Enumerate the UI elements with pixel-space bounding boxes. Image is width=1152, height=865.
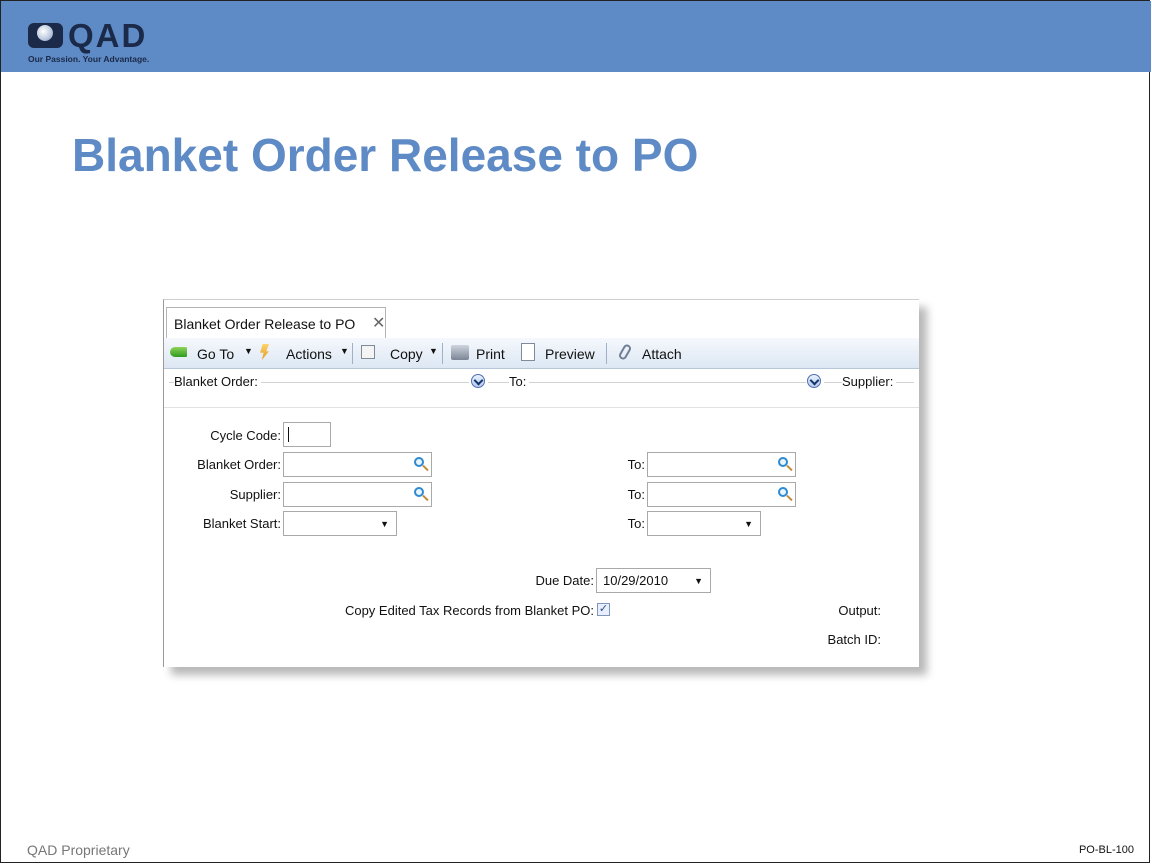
- toolbar-separator: [352, 343, 353, 364]
- app-window: Blanket Order Release to PO ✕ Go To ▼ Ac…: [163, 299, 919, 667]
- tab-strip: Blanket Order Release to PO ✕: [164, 300, 919, 339]
- copy-tax-records-label: Copy Edited Tax Records from Blanket PO:: [344, 603, 594, 618]
- print-label: Print: [476, 346, 505, 362]
- chevron-down-icon: ▼: [429, 346, 438, 356]
- tab-blanket-order-release[interactable]: Blanket Order Release to PO ✕: [166, 307, 386, 338]
- copy-button[interactable]: Copy ▼: [356, 338, 440, 368]
- cycle-code-field[interactable]: [283, 422, 331, 447]
- blanket-order-to-label: To:: [627, 457, 645, 472]
- preview-icon: [521, 343, 535, 361]
- close-icon[interactable]: ✕: [372, 313, 385, 333]
- blanket-start-to-label: To:: [627, 516, 645, 531]
- logo-text: QAD: [68, 17, 148, 54]
- slide-title: Blanket Order Release to PO: [72, 129, 699, 181]
- preview-label: Preview: [545, 346, 595, 362]
- supplier-to-field[interactable]: [647, 482, 796, 507]
- footer-slide-id: PO-BL-100: [1078, 844, 1134, 856]
- lightning-icon: [260, 344, 269, 360]
- blanket-start-label: Blanket Start:: [202, 516, 281, 531]
- attach-button[interactable]: Attach: [610, 338, 690, 368]
- actions-button[interactable]: Actions ▼: [259, 338, 352, 368]
- goto-button[interactable]: Go To ▼: [164, 338, 259, 368]
- cycle-code-label: Cycle Code:: [210, 428, 281, 443]
- filter-to-label: To:: [509, 374, 530, 389]
- print-button[interactable]: Print: [446, 338, 510, 368]
- qad-logo-icon: [28, 23, 63, 48]
- footer-proprietary: QAD Proprietary: [27, 842, 130, 858]
- lookup-icon[interactable]: [778, 487, 788, 497]
- actions-label: Actions: [286, 346, 332, 362]
- blanket-order-label: Blanket Order:: [197, 457, 281, 472]
- chevron-down-icon: ▼: [744, 519, 753, 529]
- blanket-start-to-dropdown[interactable]: ▼: [647, 511, 761, 536]
- text-caret: [288, 427, 289, 442]
- batch-id-label: Batch ID:: [827, 632, 881, 647]
- due-date-value: 10/29/2010: [603, 573, 669, 588]
- chevron-down-icon: ▼: [380, 519, 389, 529]
- chevron-down-icon: ▼: [244, 346, 253, 356]
- filter-line: [488, 382, 806, 383]
- toolbar-separator: [606, 343, 607, 364]
- filter-supplier-label: Supplier:: [842, 374, 897, 389]
- blanket-order-to-field[interactable]: [647, 452, 796, 477]
- lookup-icon[interactable]: [414, 487, 424, 497]
- supplier-label: Supplier:: [229, 487, 281, 502]
- chevron-down-icon: ▼: [340, 346, 349, 356]
- copy-label: Copy: [390, 346, 423, 362]
- due-date-label: Due Date:: [535, 573, 594, 588]
- supplier-field[interactable]: [283, 482, 432, 507]
- tab-label: Blanket Order Release to PO: [174, 316, 356, 332]
- copy-icon: [361, 345, 375, 359]
- logo-tagline: Our Passion. Your Advantage.: [28, 54, 150, 64]
- supplier-to-label: To:: [627, 487, 645, 502]
- preview-button[interactable]: Preview: [514, 338, 604, 368]
- divider: [164, 407, 919, 408]
- lookup-icon[interactable]: [778, 457, 788, 467]
- goto-label: Go To: [197, 346, 235, 362]
- toolbar: Go To ▼ Actions ▼ Copy ▼ Print Preview A…: [164, 338, 919, 369]
- chevron-down-icon: ▼: [694, 576, 703, 586]
- filter-row: Blanket Order: To: Supplier:: [164, 369, 919, 393]
- due-date-dropdown[interactable]: 10/29/2010 ▼: [596, 568, 711, 593]
- expand-chevron-icon[interactable]: [807, 374, 821, 388]
- printer-icon: [451, 345, 469, 360]
- toolbar-separator: [442, 343, 443, 364]
- lookup-icon[interactable]: [414, 457, 424, 467]
- attach-label: Attach: [642, 346, 682, 362]
- paperclip-icon: [617, 343, 633, 361]
- output-label: Output:: [838, 603, 881, 618]
- copy-tax-records-checkbox[interactable]: ✓: [597, 603, 610, 616]
- blanket-start-dropdown[interactable]: ▼: [283, 511, 397, 536]
- filter-blanket-order-label: Blanket Order:: [174, 374, 261, 389]
- goto-arrow-icon: [170, 347, 187, 357]
- header-bar: QAD Our Passion. Your Advantage.: [1, 1, 1151, 72]
- expand-chevron-icon[interactable]: [471, 374, 485, 388]
- blanket-order-field[interactable]: [283, 452, 432, 477]
